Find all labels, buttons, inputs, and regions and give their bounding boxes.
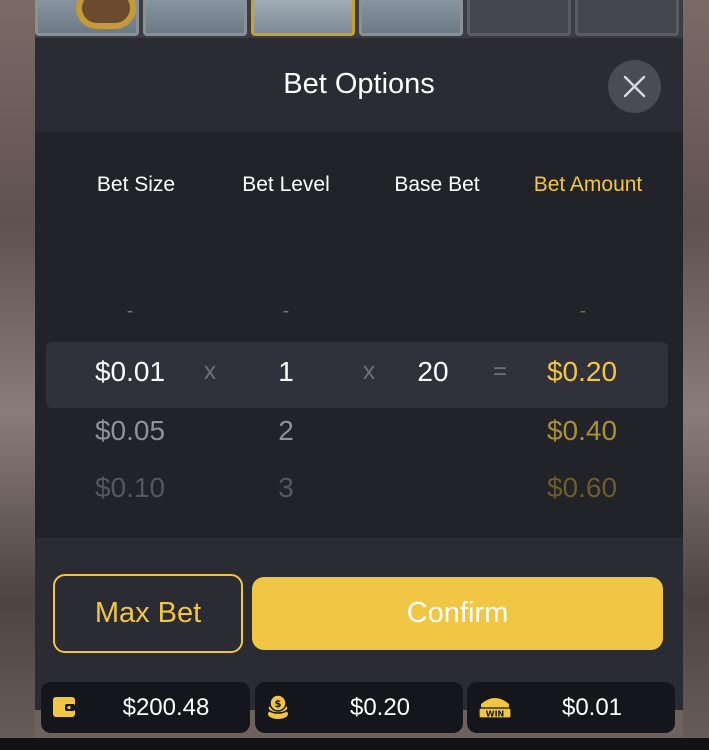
column-header-bet-amount: Bet Amount — [533, 173, 643, 196]
confirm-button[interactable]: Confirm — [252, 577, 663, 650]
balance-value: $200.48 — [122, 694, 210, 721]
max-bet-button[interactable]: Max Bet — [53, 574, 243, 653]
coin-stack-icon: $ — [267, 694, 289, 719]
bet-level-option[interactable]: 2 — [226, 415, 346, 447]
win-display: WIN $0.01 — [467, 682, 675, 733]
bet-amount-option[interactable]: $0.60 — [522, 472, 642, 504]
equals-sign: = — [492, 358, 507, 385]
base-bet-value: 20 — [417, 356, 449, 387]
bottom-band — [0, 738, 709, 750]
bet-amount-value[interactable]: $0.20 — [522, 356, 642, 388]
reel-cell — [359, 0, 463, 36]
reel-cell — [251, 0, 355, 36]
bet-size-option[interactable]: $0.05 — [70, 415, 190, 447]
dialog-header: Bet Options — [35, 38, 683, 132]
reel-cell — [575, 0, 679, 36]
win-badge-text: WIN — [486, 710, 505, 719]
game-reel-strip — [35, 0, 683, 38]
column-header-bet-size: Bet Size — [96, 173, 176, 196]
wallet-icon — [53, 697, 75, 717]
column-header-bet-level: Bet Level — [242, 173, 330, 196]
svg-text:$: $ — [275, 699, 282, 710]
bet-options-dialog: Bet Options Bet Size Bet Level Base Bet … — [35, 38, 683, 710]
bet-size-value[interactable]: $0.01 — [70, 356, 190, 388]
reel-symbol — [76, 0, 136, 29]
dialog-title: Bet Options — [283, 68, 435, 100]
bet-display: $ $0.20 — [255, 682, 463, 733]
bet-level-value[interactable]: 1 — [226, 356, 346, 388]
bet-level-option[interactable]: 3 — [226, 472, 346, 504]
bet-amount-option[interactable]: $0.40 — [522, 415, 642, 447]
column-header-base-bet: Base Bet — [394, 173, 480, 196]
game-background-right — [683, 0, 709, 750]
multiply-sign: x — [204, 358, 216, 385]
balance-display: $200.48 — [41, 682, 250, 733]
bet-level-empty-slot: - — [282, 300, 290, 322]
close-icon — [623, 75, 646, 98]
bet-picker[interactable]: Bet Size Bet Level Base Bet Bet Amount -… — [35, 132, 683, 538]
bet-size-option[interactable]: $0.10 — [70, 472, 190, 504]
reel-cell — [143, 0, 247, 36]
bet-value: $0.20 — [349, 694, 411, 721]
game-background-left — [0, 0, 35, 750]
bet-amount-empty-slot: - — [579, 300, 587, 322]
bet-size-empty-slot: - — [126, 300, 134, 322]
win-value: $0.01 — [561, 694, 623, 721]
reel-cell — [35, 0, 139, 36]
close-button[interactable] — [608, 60, 661, 113]
reel-cell — [467, 0, 571, 36]
win-badge-icon: WIN — [478, 698, 512, 719]
